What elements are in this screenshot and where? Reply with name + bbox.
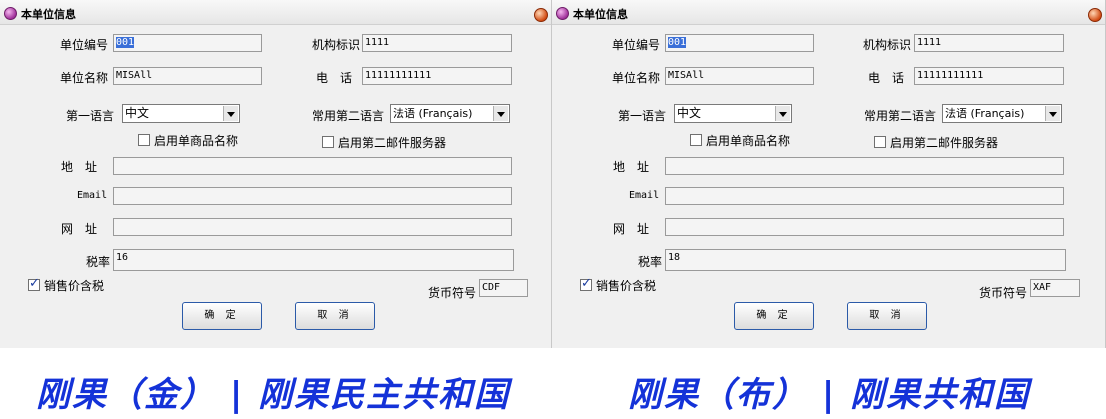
chevron-down-icon[interactable] <box>1045 106 1060 121</box>
email-field[interactable] <box>665 187 1064 205</box>
left-dialog: 本单位信息 单位编号 001 机构标识 1111 单位名称 MISAll 电 话… <box>0 0 552 348</box>
title-bar: 本单位信息 <box>552 0 1105 25</box>
chevron-down-icon[interactable] <box>223 106 238 121</box>
address-label: 地 址 <box>613 160 650 174</box>
right-dialog: 本单位信息 单位编号 001 机构标识 1111 单位名称 MISAll 电 话… <box>552 0 1106 348</box>
unit-name-label: 单位名称 <box>612 71 661 85</box>
email-field[interactable] <box>113 187 512 205</box>
unit-no-field[interactable]: 001 <box>113 34 262 52</box>
unit-no-value: 001 <box>116 37 135 48</box>
ok-button[interactable]: 确 定 <box>734 302 814 330</box>
left-caption: 刚果（金） | 刚果民主共和国 <box>36 375 511 415</box>
single-name-checkbox[interactable] <box>690 134 702 146</box>
address-label: 地 址 <box>61 160 98 174</box>
unit-name-field[interactable]: MISAll <box>113 67 262 85</box>
email-label: Email <box>629 190 660 201</box>
close-icon[interactable] <box>534 8 548 22</box>
second-language-select[interactable]: 法语 (Français) <box>390 104 510 123</box>
email-label: Email <box>77 190 108 201</box>
second-mail-checkbox[interactable] <box>874 136 886 148</box>
currency-label: 货币符号 <box>979 286 1028 300</box>
title-bar: 本单位信息 <box>0 0 551 25</box>
website-field[interactable] <box>665 218 1064 236</box>
tax-included-checkbox[interactable] <box>28 276 40 291</box>
currency-label: 货币符号 <box>428 286 477 300</box>
org-id-field[interactable]: 1111 <box>914 34 1064 52</box>
second-language-select[interactable]: 法语 (Français) <box>942 104 1062 123</box>
first-language-select[interactable]: 中文 <box>122 104 240 123</box>
unit-name-field[interactable]: MISAll <box>665 67 814 85</box>
second-mail-checkbox[interactable] <box>322 136 334 148</box>
tax-rate-field[interactable]: 16 <box>113 249 514 271</box>
tax-rate-label: 税率 <box>638 255 663 269</box>
chevron-down-icon[interactable] <box>493 106 508 121</box>
first-language-select[interactable]: 中文 <box>674 104 792 123</box>
first-language-label: 第一语言 <box>618 109 667 123</box>
chevron-down-icon[interactable] <box>775 106 790 121</box>
first-language-value: 中文 <box>677 106 702 120</box>
unit-no-label: 单位编号 <box>60 38 109 52</box>
ok-button[interactable]: 确 定 <box>182 302 262 330</box>
window-title: 本单位信息 <box>573 8 628 21</box>
second-language-label: 常用第二语言 <box>312 109 385 123</box>
org-id-label: 机构标识 <box>312 38 361 52</box>
tax-rate-field[interactable]: 18 <box>665 249 1066 271</box>
tax-included-label: 销售价含税 <box>44 279 105 293</box>
address-field[interactable] <box>113 157 512 175</box>
cancel-button[interactable]: 取 消 <box>295 302 375 330</box>
window-title: 本单位信息 <box>21 8 76 21</box>
first-language-label: 第一语言 <box>66 109 115 123</box>
website-label: 网 址 <box>613 222 650 236</box>
second-language-value: 法语 (Français) <box>945 107 1025 120</box>
unit-no-label: 单位编号 <box>612 38 661 52</box>
second-language-label: 常用第二语言 <box>864 109 937 123</box>
website-field[interactable] <box>113 218 512 236</box>
tax-included-label: 销售价含税 <box>596 279 657 293</box>
website-label: 网 址 <box>61 222 98 236</box>
second-mail-label: 启用第二邮件服务器 <box>338 136 447 150</box>
unit-no-value: 001 <box>668 37 687 48</box>
currency-field[interactable]: CDF <box>479 279 528 297</box>
close-icon[interactable] <box>1088 8 1102 22</box>
app-icon <box>4 7 17 20</box>
tax-included-checkbox[interactable] <box>580 276 592 291</box>
phone-field[interactable]: 11111111111 <box>914 67 1064 85</box>
unit-no-field[interactable]: 001 <box>665 34 814 52</box>
app-icon <box>556 7 569 20</box>
second-language-value: 法语 (Français) <box>393 107 473 120</box>
org-id-field[interactable]: 1111 <box>362 34 512 52</box>
first-language-value: 中文 <box>125 106 150 120</box>
single-name-label: 启用单商品名称 <box>706 134 791 148</box>
address-field[interactable] <box>665 157 1064 175</box>
second-mail-label: 启用第二邮件服务器 <box>890 136 999 150</box>
org-id-label: 机构标识 <box>863 38 912 52</box>
tax-rate-label: 税率 <box>86 255 111 269</box>
single-name-checkbox[interactable] <box>138 134 150 146</box>
cancel-button[interactable]: 取 消 <box>847 302 927 330</box>
phone-label: 电 话 <box>316 71 353 85</box>
phone-label: 电 话 <box>868 71 905 85</box>
phone-field[interactable]: 11111111111 <box>362 67 512 85</box>
currency-field[interactable]: XAF <box>1030 279 1080 297</box>
right-caption: 刚果（布） | 刚果共和国 <box>628 375 1031 415</box>
unit-name-label: 单位名称 <box>60 71 109 85</box>
single-name-label: 启用单商品名称 <box>154 134 239 148</box>
